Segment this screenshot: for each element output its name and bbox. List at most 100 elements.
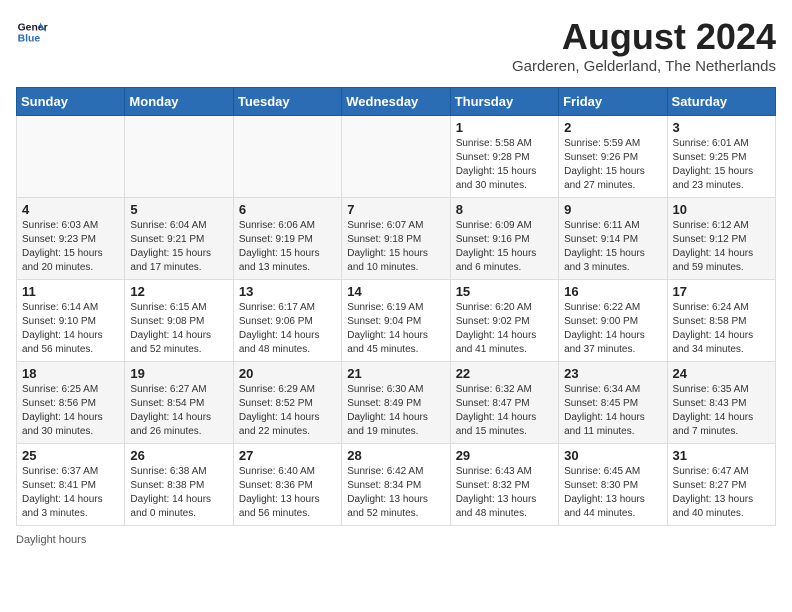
calendar-cell: 14 Sunrise: 6:19 AM Sunset: 9:04 PM Dayli… [342, 280, 450, 362]
daylight-hours-label: Daylight hours [16, 534, 86, 546]
day-info: Sunrise: 6:40 AM Sunset: 8:36 PM Dayligh… [239, 465, 336, 521]
day-number: 15 [456, 284, 553, 299]
day-number: 26 [130, 448, 227, 463]
day-info: Sunrise: 6:38 AM Sunset: 8:38 PM Dayligh… [130, 465, 227, 521]
day-info: Sunrise: 6:24 AM Sunset: 8:58 PM Dayligh… [673, 301, 770, 357]
weekday-header-sunday: Sunday [17, 88, 125, 116]
calendar-cell: 28 Sunrise: 6:42 AM Sunset: 8:34 PM Dayli… [342, 444, 450, 526]
calendar-cell: 21 Sunrise: 6:30 AM Sunset: 8:49 PM Dayli… [342, 362, 450, 444]
day-number: 18 [22, 366, 119, 381]
day-info: Sunrise: 6:34 AM Sunset: 8:45 PM Dayligh… [564, 383, 661, 439]
calendar-cell: 19 Sunrise: 6:27 AM Sunset: 8:54 PM Dayli… [125, 362, 233, 444]
calendar-cell: 17 Sunrise: 6:24 AM Sunset: 8:58 PM Dayli… [667, 280, 775, 362]
day-number: 3 [673, 120, 770, 135]
day-info: Sunrise: 5:59 AM Sunset: 9:26 PM Dayligh… [564, 137, 661, 193]
day-info: Sunrise: 6:12 AM Sunset: 9:12 PM Dayligh… [673, 219, 770, 275]
weekday-header-saturday: Saturday [667, 88, 775, 116]
day-info: Sunrise: 6:15 AM Sunset: 9:08 PM Dayligh… [130, 301, 227, 357]
calendar-cell: 25Sunrise: 6:37 AM Sunset: 8:41 PM Dayli… [17, 444, 125, 526]
calendar-cell: 23 Sunrise: 6:34 AM Sunset: 8:45 PM Dayli… [559, 362, 667, 444]
day-number: 31 [673, 448, 770, 463]
day-number: 14 [347, 284, 444, 299]
calendar-table: SundayMondayTuesdayWednesdayThursdayFrid… [16, 87, 776, 526]
calendar-cell [342, 116, 450, 198]
calendar-cell: 10 Sunrise: 6:12 AM Sunset: 9:12 PM Dayli… [667, 198, 775, 280]
day-info: Sunrise: 6:03 AM Sunset: 9:23 PM Dayligh… [22, 219, 119, 275]
calendar-cell: 26 Sunrise: 6:38 AM Sunset: 8:38 PM Dayli… [125, 444, 233, 526]
calendar-cell: 29Sunrise: 6:43 AM Sunset: 8:32 PM Dayli… [450, 444, 558, 526]
weekday-header-wednesday: Wednesday [342, 88, 450, 116]
day-number: 20 [239, 366, 336, 381]
weekday-header-monday: Monday [125, 88, 233, 116]
calendar-cell: 20 Sunrise: 6:29 AM Sunset: 8:52 PM Dayli… [233, 362, 341, 444]
day-number: 13 [239, 284, 336, 299]
calendar-cell: 11Sunrise: 6:14 AM Sunset: 9:10 PM Dayli… [17, 280, 125, 362]
day-number: 10 [673, 202, 770, 217]
day-info: Sunrise: 6:27 AM Sunset: 8:54 PM Dayligh… [130, 383, 227, 439]
day-number: 9 [564, 202, 661, 217]
day-number: 22 [456, 366, 553, 381]
calendar-cell [233, 116, 341, 198]
day-info: Sunrise: 6:43 AM Sunset: 8:32 PM Dayligh… [456, 465, 553, 521]
calendar-cell: 27 Sunrise: 6:40 AM Sunset: 8:36 PM Dayli… [233, 444, 341, 526]
day-number: 30 [564, 448, 661, 463]
day-info: Sunrise: 6:19 AM Sunset: 9:04 PM Dayligh… [347, 301, 444, 357]
calendar-cell [17, 116, 125, 198]
day-number: 8 [456, 202, 553, 217]
day-info: Sunrise: 6:42 AM Sunset: 8:34 PM Dayligh… [347, 465, 444, 521]
day-number: 12 [130, 284, 227, 299]
day-number: 28 [347, 448, 444, 463]
weekday-header-friday: Friday [559, 88, 667, 116]
day-info: Sunrise: 6:17 AM Sunset: 9:06 PM Dayligh… [239, 301, 336, 357]
calendar-cell: 24 Sunrise: 6:35 AM Sunset: 8:43 PM Dayli… [667, 362, 775, 444]
logo-icon: General Blue [16, 16, 48, 48]
day-info: Sunrise: 6:20 AM Sunset: 9:02 PM Dayligh… [456, 301, 553, 357]
day-number: 19 [130, 366, 227, 381]
location-subtitle: Garderen, Gelderland, The Netherlands [512, 58, 776, 75]
month-year-title: August 2024 [512, 16, 776, 58]
day-info: Sunrise: 6:09 AM Sunset: 9:16 PM Dayligh… [456, 219, 553, 275]
calendar-week-row: 1Sunrise: 5:58 AM Sunset: 9:28 PM Daylig… [17, 116, 776, 198]
day-info: Sunrise: 6:45 AM Sunset: 8:30 PM Dayligh… [564, 465, 661, 521]
day-number: 4 [22, 202, 119, 217]
day-info: Sunrise: 6:06 AM Sunset: 9:19 PM Dayligh… [239, 219, 336, 275]
calendar-cell: 6Sunrise: 6:06 AM Sunset: 9:19 PM Daylig… [233, 198, 341, 280]
day-number: 17 [673, 284, 770, 299]
calendar-week-row: 25Sunrise: 6:37 AM Sunset: 8:41 PM Dayli… [17, 444, 776, 526]
calendar-cell: 22 Sunrise: 6:32 AM Sunset: 8:47 PM Dayli… [450, 362, 558, 444]
day-info: Sunrise: 6:11 AM Sunset: 9:14 PM Dayligh… [564, 219, 661, 275]
day-number: 21 [347, 366, 444, 381]
calendar-cell: 12 Sunrise: 6:15 AM Sunset: 9:08 PM Dayli… [125, 280, 233, 362]
day-info: Sunrise: 6:35 AM Sunset: 8:43 PM Dayligh… [673, 383, 770, 439]
calendar-cell: 1Sunrise: 5:58 AM Sunset: 9:28 PM Daylig… [450, 116, 558, 198]
calendar-week-row: 4 Sunrise: 6:03 AM Sunset: 9:23 PM Daylig… [17, 198, 776, 280]
calendar-cell: 16Sunrise: 6:22 AM Sunset: 9:00 PM Dayli… [559, 280, 667, 362]
day-info: Sunrise: 6:01 AM Sunset: 9:25 PM Dayligh… [673, 137, 770, 193]
calendar-cell: 3 Sunrise: 6:01 AM Sunset: 9:25 PM Daylig… [667, 116, 775, 198]
day-number: 23 [564, 366, 661, 381]
day-number: 25 [22, 448, 119, 463]
day-info: Sunrise: 6:25 AM Sunset: 8:56 PM Dayligh… [22, 383, 119, 439]
calendar-week-row: 18 Sunrise: 6:25 AM Sunset: 8:56 PM Dayli… [17, 362, 776, 444]
calendar-cell: 13 Sunrise: 6:17 AM Sunset: 9:06 PM Dayli… [233, 280, 341, 362]
day-number: 16 [564, 284, 661, 299]
weekday-header-tuesday: Tuesday [233, 88, 341, 116]
day-info: Sunrise: 6:47 AM Sunset: 8:27 PM Dayligh… [673, 465, 770, 521]
day-info: Sunrise: 6:30 AM Sunset: 8:49 PM Dayligh… [347, 383, 444, 439]
day-number: 27 [239, 448, 336, 463]
day-info: Sunrise: 6:04 AM Sunset: 9:21 PM Dayligh… [130, 219, 227, 275]
day-number: 7 [347, 202, 444, 217]
day-number: 5 [130, 202, 227, 217]
calendar-cell: 5 Sunrise: 6:04 AM Sunset: 9:21 PM Daylig… [125, 198, 233, 280]
day-info: Sunrise: 6:32 AM Sunset: 8:47 PM Dayligh… [456, 383, 553, 439]
logo: General Blue [16, 16, 48, 48]
day-number: 24 [673, 366, 770, 381]
calendar-cell: 2Sunrise: 5:59 AM Sunset: 9:26 PM Daylig… [559, 116, 667, 198]
calendar-cell: 4 Sunrise: 6:03 AM Sunset: 9:23 PM Daylig… [17, 198, 125, 280]
svg-text:Blue: Blue [18, 34, 41, 45]
day-info: Sunrise: 6:29 AM Sunset: 8:52 PM Dayligh… [239, 383, 336, 439]
calendar-cell: 31 Sunrise: 6:47 AM Sunset: 8:27 PM Dayli… [667, 444, 775, 526]
footer-note: Daylight hours [16, 534, 776, 546]
weekday-header-thursday: Thursday [450, 88, 558, 116]
calendar-cell [125, 116, 233, 198]
